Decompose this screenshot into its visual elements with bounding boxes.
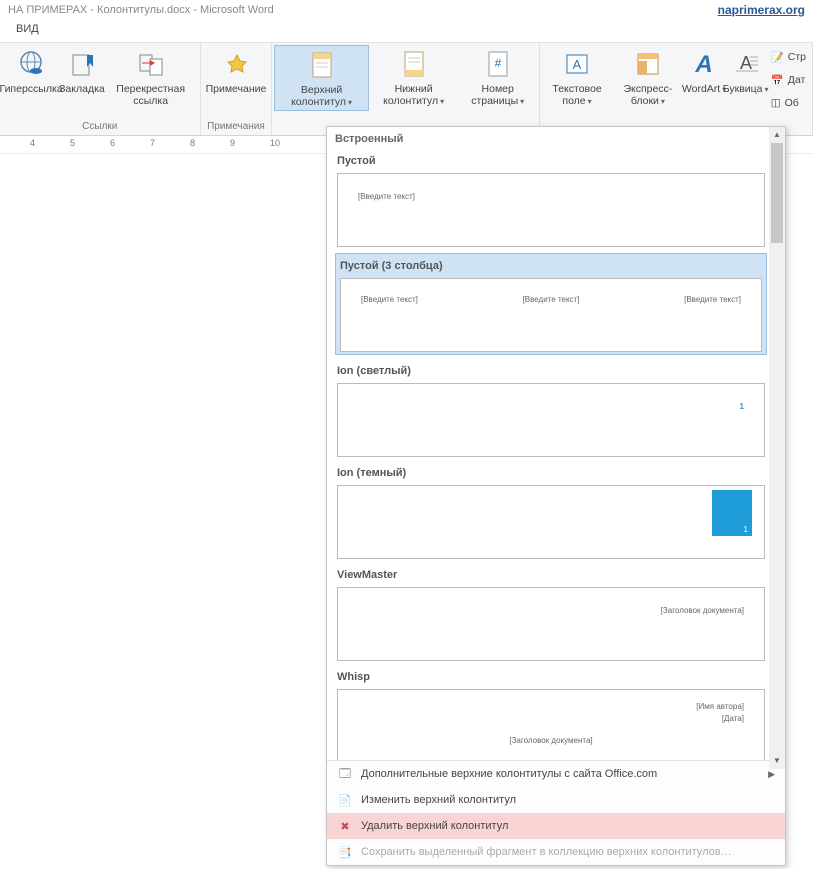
quickparts-button[interactable]: Экспресс-блоки▾	[612, 45, 683, 109]
office-icon: 🗔	[337, 766, 353, 782]
brand-link[interactable]: naprimerax.org	[718, 3, 805, 17]
remove-header-icon: ✖	[337, 818, 353, 834]
ribbon-group-links: Гиперссылка Закладка Перекрестная ссылка…	[0, 43, 201, 135]
preview-thumbnail: [Имя автора] [Дата] [Заголовок документа…	[337, 689, 765, 760]
preview-thumbnail: [Заголовок документа]	[337, 587, 765, 661]
chevron-down-icon: ▾	[588, 97, 592, 106]
svg-text:A: A	[740, 53, 752, 73]
comment-button[interactable]: Примечание	[203, 45, 270, 97]
group-links-label: Ссылки	[0, 121, 200, 135]
comment-label: Примечание	[206, 83, 267, 95]
ribbon-small-column: 📝Стр 📅Дат ◫Об	[767, 45, 810, 115]
crossref-button[interactable]: Перекрестная ссылка	[104, 45, 198, 109]
crossref-icon	[136, 47, 166, 81]
ribbon: Гиперссылка Закладка Перекрестная ссылка…	[0, 42, 813, 136]
wordart-label: WordArt	[682, 83, 720, 95]
textbox-button[interactable]: A Текстовое поле▾	[542, 45, 612, 109]
hyperlink-label: Гиперссылка	[0, 83, 63, 95]
pagenum-label: Номер страницы	[471, 83, 518, 107]
hyperlink-button[interactable]: Гиперссылка	[2, 45, 60, 97]
signature-icon: 📝	[771, 51, 784, 64]
header-label: Верхний колонтитул	[291, 84, 346, 108]
svg-text:#: #	[494, 56, 501, 70]
wordart-icon: A	[690, 47, 718, 81]
pagenum-icon: #	[484, 47, 512, 81]
quickparts-icon	[634, 47, 662, 81]
remove-header-button[interactable]: ✖ Удалить верхний колонтитул	[327, 813, 785, 839]
gallery-item-empty-3col[interactable]: Пустой (3 столбца) [Введите текст] [Введ…	[335, 253, 767, 355]
ribbon-group-text: A Текстовое поле▾ Экспресс-блоки▾ A Word…	[540, 43, 813, 135]
scroll-down-button[interactable]: ▼	[769, 753, 785, 769]
footer-label: Нижний колонтитул	[383, 83, 438, 107]
preview-thumbnail: [Введите текст] [Введите текст] [Введите…	[340, 278, 762, 352]
textbox-label: Текстовое поле	[552, 83, 601, 107]
gallery-item-whisp[interactable]: Whisp [Имя автора] [Дата] [Заголовок док…	[335, 667, 767, 760]
crossref-label: Перекрестная ссылка	[107, 83, 195, 107]
dropcap-icon: A	[732, 47, 760, 81]
gallery-item-empty[interactable]: Пустой [Введите текст]	[335, 151, 767, 247]
save-selection-button: 📑 Сохранить выделенный фрагмент в коллек…	[327, 839, 785, 865]
preview-thumbnail: 1	[337, 383, 765, 457]
preview-thumbnail: [Введите текст]	[337, 173, 765, 247]
comment-icon	[221, 47, 251, 81]
gallery-scrollbar[interactable]: ▲ ▼	[769, 127, 785, 769]
save-gallery-icon: 📑	[337, 844, 353, 860]
object-icon: ◫	[771, 97, 781, 109]
scroll-thumb[interactable]	[771, 143, 783, 243]
footer-button[interactable]: Нижний колонтитул▾	[369, 45, 459, 109]
chevron-down-icon: ▾	[440, 97, 444, 106]
gallery-section-label: Встроенный	[327, 127, 785, 151]
globe-link-icon	[16, 47, 46, 81]
object-button[interactable]: ◫Об	[771, 93, 806, 113]
dropcap-button[interactable]: A Буквица▾	[725, 45, 767, 97]
ribbon-tabs: ВИД	[0, 20, 813, 42]
ribbon-group-header-footer: Верхний колонтитул▾ Нижний колонтитул▾ #…	[272, 43, 540, 135]
bookmark-icon	[67, 47, 97, 81]
scroll-up-button[interactable]: ▲	[769, 127, 785, 143]
dropcap-label: Буквица	[723, 83, 763, 95]
header-gallery-dropdown: Встроенный Пустой [Введите текст] Пустой…	[326, 126, 786, 866]
chevron-right-icon: ▶	[768, 769, 775, 780]
tab-view[interactable]: ВИД	[8, 20, 47, 38]
more-headers-office-button[interactable]: 🗔 Дополнительные верхние колонтитулы с с…	[327, 761, 785, 787]
calendar-icon: 📅	[771, 74, 784, 87]
chevron-down-icon: ▾	[348, 98, 352, 107]
preview-thumbnail: 1	[337, 485, 765, 559]
edit-header-icon: 📄	[337, 792, 353, 808]
signature-line-button[interactable]: 📝Стр	[771, 47, 806, 67]
title-bar: НА ПРИМЕРАХ - Колонтитулы.docx - Microso…	[0, 0, 813, 20]
ribbon-group-comments: Примечание Примечания	[201, 43, 273, 135]
quickparts-label: Экспресс-блоки	[623, 83, 672, 107]
edit-header-button[interactable]: 📄 Изменить верхний колонтитул	[327, 787, 785, 813]
svg-text:A: A	[694, 51, 712, 78]
date-time-button[interactable]: 📅Дат	[771, 70, 806, 90]
gallery-item-viewmaster[interactable]: ViewMaster [Заголовок документа]	[335, 565, 767, 661]
textbox-icon: A	[563, 47, 591, 81]
gallery-item-ion-light[interactable]: Ion (светлый) 1	[335, 361, 767, 457]
svg-text:A: A	[573, 57, 582, 72]
wordart-button[interactable]: A WordArt▾	[684, 45, 725, 97]
gallery-item-ion-dark[interactable]: Ion (темный) 1	[335, 463, 767, 559]
group-comments-label: Примечания	[201, 121, 272, 135]
window-title: НА ПРИМЕРАХ - Колонтитулы.docx - Microso…	[8, 4, 274, 16]
bookmark-button[interactable]: Закладка	[60, 45, 104, 97]
chevron-down-icon: ▾	[520, 97, 524, 106]
bookmark-label: Закладка	[59, 83, 105, 95]
chevron-down-icon: ▾	[661, 97, 665, 106]
footer-icon	[400, 47, 428, 81]
pagenum-button[interactable]: # Номер страницы▾	[458, 45, 536, 109]
header-button[interactable]: Верхний колонтитул▾	[274, 45, 368, 111]
gallery-footer: 🗔 Дополнительные верхние колонтитулы с с…	[327, 760, 785, 865]
header-icon	[308, 48, 336, 82]
